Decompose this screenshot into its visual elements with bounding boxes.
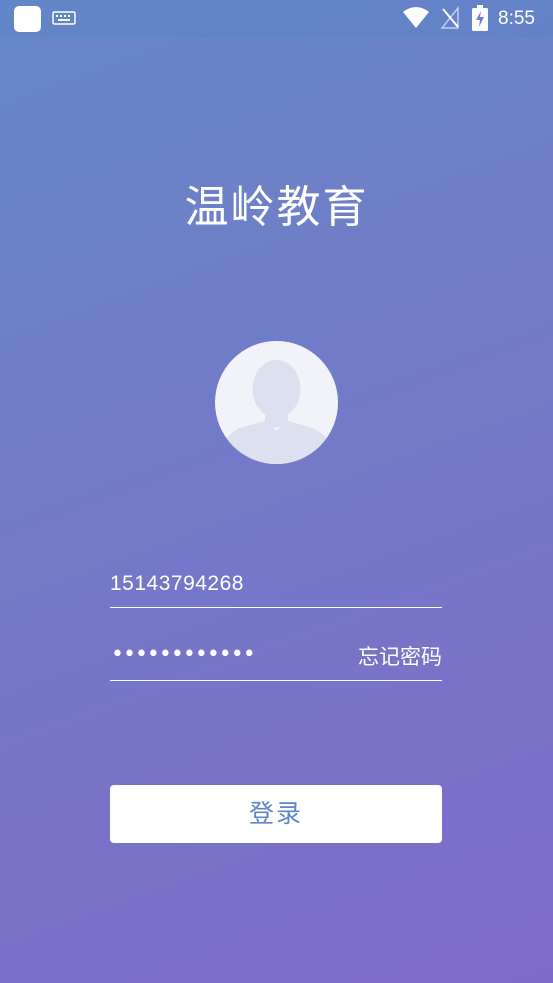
password-input[interactable]: ••••••••••••: [111, 640, 256, 670]
wifi-icon: [403, 7, 429, 28]
login-button[interactable]: 登录: [110, 785, 442, 843]
app-icon: [14, 6, 41, 32]
status-time: 8:55: [498, 8, 535, 29]
battery-charging-icon: [472, 5, 488, 31]
app-title: 温岭教育: [184, 182, 369, 233]
password-field[interactable]: •••••••••••• 忘记密码: [110, 636, 442, 681]
username-input[interactable]: 15143794268: [110, 569, 244, 599]
avatar[interactable]: [215, 341, 338, 464]
login-screen: 8:55 温岭教育 15143794268 •••••••••••• 忘记密码 …: [0, 0, 553, 983]
status-bar: 8:55: [0, 0, 553, 38]
user-silhouette-icon: [223, 360, 330, 464]
username-field[interactable]: 15143794268: [110, 563, 442, 608]
signal-off-icon: [440, 6, 459, 29]
keyboard-icon: [52, 11, 76, 25]
forgot-password-link[interactable]: 忘记密码: [358, 642, 442, 672]
